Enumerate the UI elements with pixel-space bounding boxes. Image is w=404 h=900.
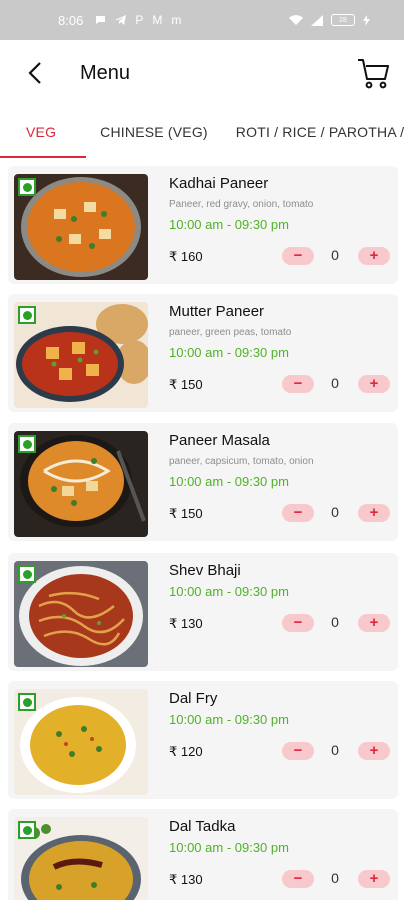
signal-icon: [311, 14, 323, 26]
veg-icon: [18, 693, 36, 711]
decrease-quantity-button[interactable]: −: [282, 375, 314, 393]
item-timing: 10:00 am - 09:30 pm: [169, 584, 289, 599]
item-price: ₹ 150: [169, 506, 203, 521]
menu-item-card[interactable]: Shev Bhaji 10:00 am - 09:30 pm ₹ 130 − 0…: [8, 553, 398, 671]
item-price: ₹ 160: [169, 249, 203, 264]
p-icon: P: [135, 13, 144, 27]
item-timing: 10:00 am - 09:30 pm: [169, 474, 289, 489]
item-timing: 10:00 am - 09:30 pm: [169, 840, 289, 855]
veg-icon: [18, 435, 36, 453]
veg-icon: [18, 565, 36, 583]
tab-veg[interactable]: VEG: [0, 106, 87, 158]
item-price: ₹ 130: [169, 616, 203, 631]
back-button[interactable]: [20, 58, 50, 88]
menu-item-card[interactable]: Kadhai Paneer Paneer, red gravy, onion, …: [8, 166, 398, 284]
message-icon: [96, 16, 106, 24]
quantity-value: 0: [331, 614, 339, 630]
item-description: paneer, green peas, tomato: [169, 327, 292, 338]
dish-image: [14, 817, 148, 900]
dish-image: [14, 174, 148, 280]
status-time: 8:06: [58, 12, 84, 28]
decrease-quantity-button[interactable]: −: [282, 247, 314, 265]
item-timing: 10:00 am - 09:30 pm: [169, 712, 289, 727]
increase-quantity-button[interactable]: +: [358, 870, 390, 888]
system-icons: 28: [289, 14, 370, 26]
increase-quantity-button[interactable]: +: [358, 375, 390, 393]
m-icon: m: [171, 13, 182, 27]
charging-icon: [363, 14, 370, 26]
veg-icon: [18, 306, 36, 324]
veg-icon: [18, 178, 36, 196]
quantity-value: 0: [331, 870, 339, 886]
battery-icon: 28: [331, 14, 355, 26]
item-name: Shev Bhaji: [169, 562, 241, 579]
item-name: Mutter Paneer: [169, 303, 265, 320]
item-name: Kadhai Paneer: [169, 175, 269, 192]
menu-item-card[interactable]: Mutter Paneer paneer, green peas, tomato…: [8, 294, 398, 412]
item-timing: 10:00 am - 09:30 pm: [169, 345, 289, 360]
increase-quantity-button[interactable]: +: [358, 504, 390, 522]
page-title: Menu: [80, 61, 131, 84]
notification-icons: P M m: [95, 13, 181, 27]
quantity-value: 0: [331, 247, 339, 263]
battery-level: 28: [339, 16, 347, 24]
item-description: Paneer, red gravy, onion, tomato: [169, 199, 314, 210]
quantity-value: 0: [331, 742, 339, 758]
cart-icon: [358, 59, 389, 89]
menu-item-card[interactable]: Dal Fry 10:00 am - 09:30 pm ₹ 120 − 0 +: [8, 681, 398, 799]
wifi-icon: [289, 14, 303, 25]
category-tabs: VEG CHINESE (VEG) ROTI / RICE / PAROTHA …: [0, 106, 404, 158]
menu-item-card[interactable]: Paneer Masala paneer, capsicum, tomato, …: [8, 423, 398, 541]
dish-image: [14, 689, 148, 795]
status-bar: 8:06 P M m 28: [0, 0, 404, 40]
item-price: ₹ 130: [169, 872, 203, 887]
menu-item-card[interactable]: Dal Tadka 10:00 am - 09:30 pm ₹ 130 − 0 …: [8, 809, 398, 900]
item-name: Dal Fry: [169, 690, 218, 707]
app-bar: Menu: [0, 40, 404, 106]
tab-roti-rice-parotha[interactable]: ROTI / RICE / PAROTHA /: [222, 106, 404, 158]
increase-quantity-button[interactable]: +: [358, 247, 390, 265]
dish-image: [14, 431, 148, 537]
decrease-quantity-button[interactable]: −: [282, 870, 314, 888]
m-icon: M: [152, 13, 163, 27]
decrease-quantity-button[interactable]: −: [282, 614, 314, 632]
item-description: paneer, capsicum, tomato, onion: [169, 456, 314, 467]
chevron-left-icon: [28, 62, 41, 84]
veg-icon: [18, 821, 36, 839]
item-price: ₹ 150: [169, 377, 203, 392]
cart-button[interactable]: [356, 56, 390, 90]
item-timing: 10:00 am - 09:30 pm: [169, 217, 289, 232]
dish-image: [14, 561, 148, 667]
increase-quantity-button[interactable]: +: [358, 742, 390, 760]
quantity-value: 0: [331, 504, 339, 520]
item-price: ₹ 120: [169, 744, 203, 759]
tab-chinese-veg[interactable]: CHINESE (VEG): [86, 106, 222, 158]
decrease-quantity-button[interactable]: −: [282, 504, 314, 522]
increase-quantity-button[interactable]: +: [358, 614, 390, 632]
telegram-icon: [115, 15, 127, 25]
item-name: Dal Tadka: [169, 818, 236, 835]
dish-image: [14, 302, 148, 408]
item-name: Paneer Masala: [169, 432, 270, 449]
menu-list: Kadhai Paneer Paneer, red gravy, onion, …: [0, 166, 404, 900]
quantity-value: 0: [331, 375, 339, 391]
decrease-quantity-button[interactable]: −: [282, 742, 314, 760]
